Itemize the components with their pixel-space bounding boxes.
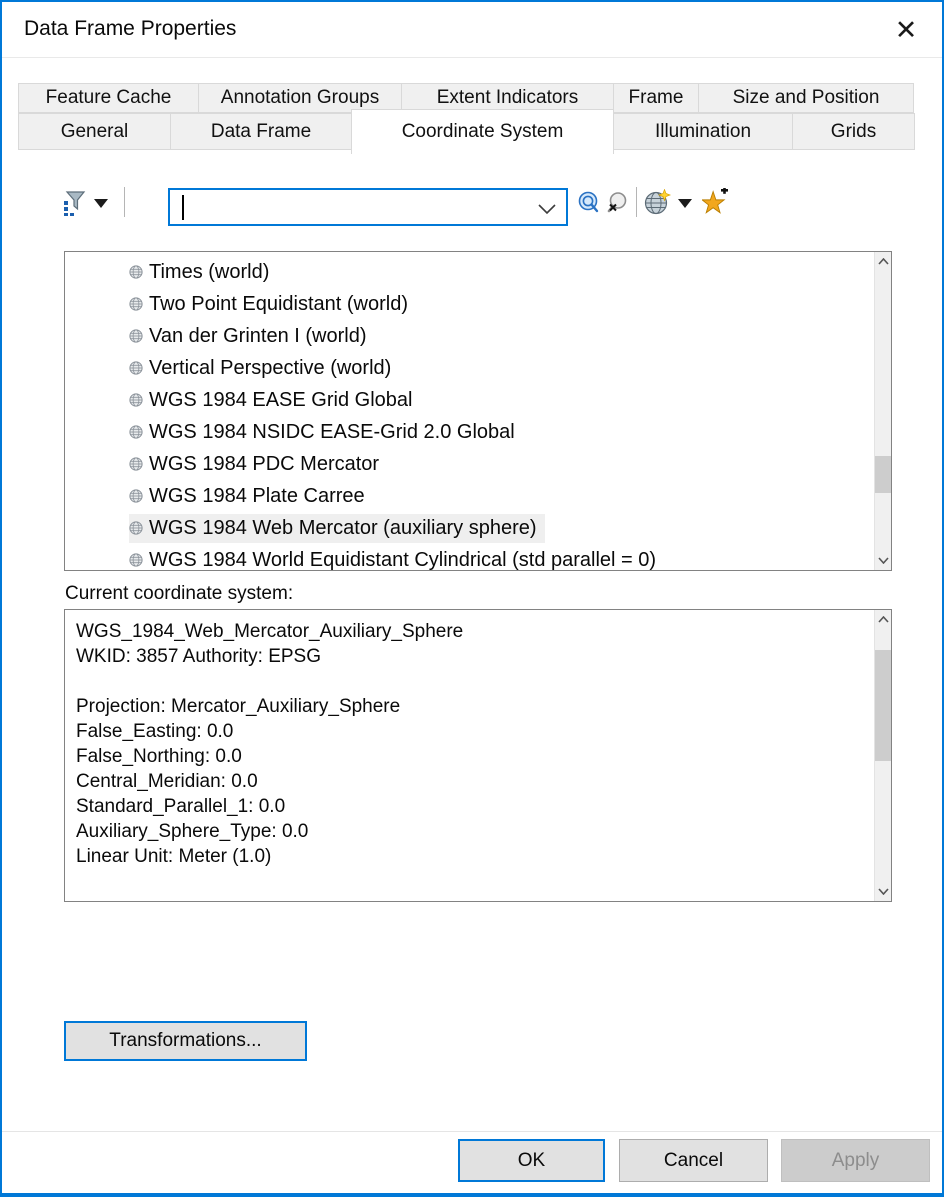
tab-size-and-position[interactable]: Size and Position: [698, 83, 914, 113]
toolbar-separator: [124, 187, 125, 217]
cs-line: WGS_1984_Web_Mercator_Auxiliary_Sphere: [76, 619, 871, 644]
globe-icon: [129, 361, 143, 375]
combobox-dropdown-icon[interactable]: [538, 202, 556, 220]
list-item-label: Vertical Perspective (world): [149, 357, 391, 380]
list-item[interactable]: WGS 1984 Plate Carree: [65, 480, 874, 512]
list-item[interactable]: Vertical Perspective (world): [65, 352, 874, 384]
globe-icon: [129, 521, 143, 535]
globe-icon: [129, 425, 143, 439]
list-item[interactable]: WGS 1984 EASE Grid Global: [65, 384, 874, 416]
cs-line: False_Northing: 0.0: [76, 744, 871, 769]
add-to-favorites-icon[interactable]: [702, 188, 728, 216]
tab-frame[interactable]: Frame: [613, 83, 699, 113]
title-bar: Data Frame Properties ✕: [2, 2, 942, 58]
list-item-label: WGS 1984 NSIDC EASE-Grid 2.0 Global: [149, 421, 515, 444]
list-item[interactable]: WGS 1984 PDC Mercator: [65, 448, 874, 480]
scroll-down-icon[interactable]: [875, 882, 892, 901]
cs-line: [76, 669, 871, 694]
list-item-label: WGS 1984 Plate Carree: [149, 485, 365, 508]
data-frame-properties-dialog: Data Frame Properties ✕ Feature Cache An…: [0, 0, 944, 1197]
tab-coordinate-system[interactable]: Coordinate System: [351, 109, 614, 154]
globe-icon: [129, 265, 143, 279]
list-item-selected[interactable]: WGS 1984 Web Mercator (auxiliary sphere): [65, 512, 874, 544]
globe-options-icon[interactable]: [644, 189, 671, 216]
coordinate-system-toolbar: [2, 180, 942, 228]
tab-feature-cache[interactable]: Feature Cache: [18, 83, 199, 113]
current-cs-scrollbar[interactable]: [874, 610, 891, 901]
tab-row-2: General Data Frame Coordinate System Ill…: [18, 113, 914, 158]
tab-general[interactable]: General: [18, 113, 171, 150]
transformations-button[interactable]: Transformations...: [64, 1021, 307, 1061]
footer-separator: [2, 1131, 942, 1132]
list-item[interactable]: Van der Grinten I (world): [65, 320, 874, 352]
current-cs-box[interactable]: WGS_1984_Web_Mercator_Auxiliary_Sphere W…: [64, 609, 892, 902]
coordinate-system-list-items: Times (world) Two Point Equidistant (wor…: [65, 256, 874, 571]
globe-icon: [129, 329, 143, 343]
filter-icon[interactable]: [62, 188, 88, 218]
list-item-label: Two Point Equidistant (world): [149, 293, 408, 316]
search-icon[interactable]: [577, 191, 601, 215]
list-item[interactable]: WGS 1984 NSIDC EASE-Grid 2.0 Global: [65, 416, 874, 448]
tab-data-frame[interactable]: Data Frame: [170, 113, 352, 150]
search-input[interactable]: [184, 193, 514, 221]
filter-dropdown-arrow-icon[interactable]: [94, 199, 108, 208]
list-scrollbar-thumb[interactable]: [875, 456, 892, 493]
globe-icon: [129, 489, 143, 503]
list-item[interactable]: Times (world): [65, 256, 874, 288]
current-cs-text: WGS_1984_Web_Mercator_Auxiliary_Sphere W…: [76, 619, 871, 869]
globe-icon: [129, 297, 143, 311]
cs-line: WKID: 3857 Authority: EPSG: [76, 644, 871, 669]
scroll-up-icon[interactable]: [875, 610, 892, 629]
clear-search-icon[interactable]: [605, 191, 629, 215]
list-scrollbar[interactable]: [874, 252, 891, 570]
list-item[interactable]: Two Point Equidistant (world): [65, 288, 874, 320]
list-item-label: WGS 1984 EASE Grid Global: [149, 389, 412, 412]
scroll-up-icon[interactable]: [875, 252, 892, 271]
list-item-label: Times (world): [149, 261, 269, 284]
list-item-label: WGS 1984 Web Mercator (auxiliary sphere): [149, 517, 537, 540]
globe-icon: [129, 553, 143, 567]
ok-button[interactable]: OK: [458, 1139, 605, 1182]
apply-button[interactable]: Apply: [781, 1139, 930, 1182]
search-combobox[interactable]: [168, 188, 568, 226]
close-icon[interactable]: ✕: [886, 10, 926, 50]
list-item-label: Van der Grinten I (world): [149, 325, 367, 348]
coordinate-system-list[interactable]: Times (world) Two Point Equidistant (wor…: [64, 251, 892, 571]
tab-illumination[interactable]: Illumination: [613, 113, 793, 150]
list-item[interactable]: WGS 1984 World Equidistant Cylindrical (…: [65, 544, 874, 571]
globe-icon: [129, 457, 143, 471]
list-item-label: WGS 1984 PDC Mercator: [149, 453, 379, 476]
list-item-label: WGS 1984 World Equidistant Cylindrical (…: [149, 549, 656, 572]
cs-line: Projection: Mercator_Auxiliary_Sphere: [76, 694, 871, 719]
cs-line: Linear Unit: Meter (1.0): [76, 844, 871, 869]
globe-icon: [129, 393, 143, 407]
current-cs-scrollbar-thumb[interactable]: [875, 650, 892, 761]
cs-line: Central_Meridian: 0.0: [76, 769, 871, 794]
cs-line: False_Easting: 0.0: [76, 719, 871, 744]
cs-line: Standard_Parallel_1: 0.0: [76, 794, 871, 819]
tab-grids[interactable]: Grids: [792, 113, 915, 150]
cs-line: Auxiliary_Sphere_Type: 0.0: [76, 819, 871, 844]
dialog-title: Data Frame Properties: [24, 17, 236, 41]
toolbar-separator: [636, 187, 637, 217]
current-cs-label: Current coordinate system:: [65, 583, 293, 605]
cancel-button[interactable]: Cancel: [619, 1139, 768, 1182]
scroll-down-icon[interactable]: [875, 551, 892, 570]
globe-dropdown-arrow-icon[interactable]: [678, 199, 692, 208]
